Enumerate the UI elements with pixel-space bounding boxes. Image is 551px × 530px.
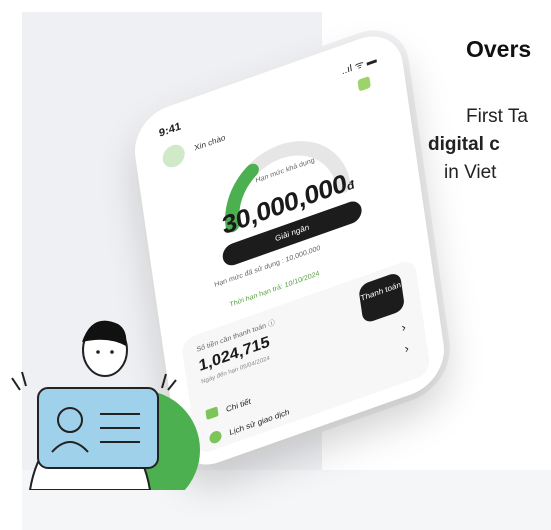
chevron-right-icon[interactable]: › xyxy=(404,341,410,356)
document-icon xyxy=(205,406,219,421)
overview-heading: Overs xyxy=(466,36,532,62)
pay-button[interactable]: Thanh toán xyxy=(358,271,406,325)
history-icon xyxy=(208,429,223,446)
avatar[interactable] xyxy=(161,141,187,171)
status-time: 9:41 xyxy=(158,120,182,140)
status-icons: ..ıl ᯤ ▬ xyxy=(340,54,378,78)
details-link[interactable]: Chi tiết xyxy=(225,397,251,414)
character-illustration xyxy=(11,320,200,490)
greeting: Xin chào xyxy=(193,133,226,153)
chevron-right-icon[interactable]: › xyxy=(401,320,407,335)
history-link[interactable]: Lịch sử giao dịch xyxy=(229,407,290,437)
overview-line-1: First Ta xyxy=(466,106,528,127)
notification-icon[interactable] xyxy=(357,75,371,92)
